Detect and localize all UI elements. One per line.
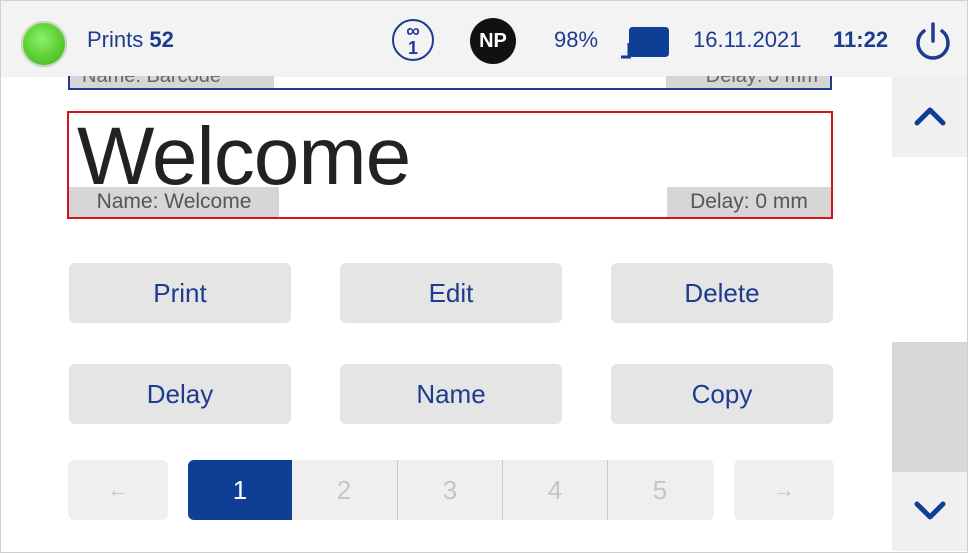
page-4[interactable]: 4 [502, 460, 607, 520]
scroll-down-button[interactable] [892, 472, 967, 551]
status-bar: Prints 52 ∞ 1 NP 98% 16.11.2021 11:22 [1, 1, 967, 77]
page-5[interactable]: 5 [607, 460, 712, 520]
np-badge[interactable]: NP [470, 18, 516, 64]
scroll-up-button[interactable] [892, 77, 967, 157]
scrollbar-thumb[interactable] [892, 342, 967, 472]
prev-page-button[interactable]: ← [68, 460, 168, 520]
time: 11:22 [833, 27, 889, 52]
status-light-icon [21, 21, 67, 67]
message-item-selected[interactable]: Welcome Name: Welcome Delay: 0 mm [67, 111, 833, 219]
page-1[interactable]: 1 [188, 460, 292, 520]
next-page-button[interactable]: → [734, 460, 834, 520]
message-item-previous[interactable]: Name: Barcode Delay: 0 mm [68, 76, 832, 90]
power-icon[interactable] [913, 21, 953, 63]
date: 16.11.2021 [693, 27, 802, 52]
print-button[interactable]: Print [69, 263, 291, 323]
delete-button[interactable]: Delete [611, 263, 833, 323]
message-delay: Delay: 0 mm [666, 76, 830, 88]
message-name: Name: Barcode [70, 76, 274, 88]
copy-button[interactable]: Copy [611, 364, 833, 424]
page-3[interactable]: 3 [397, 460, 502, 520]
prints-label: Prints [87, 27, 144, 52]
loop-count-icon[interactable]: ∞ 1 [392, 19, 434, 61]
name-button[interactable]: Name [340, 364, 562, 424]
chevron-up-icon [914, 107, 945, 126]
page-2[interactable]: 2 [292, 460, 396, 520]
message-delay: Delay: 0 mm [667, 187, 831, 217]
chevron-down-icon [914, 501, 945, 520]
pagination: 1 2 3 4 5 [188, 460, 714, 520]
prints-count: 52 [149, 27, 174, 52]
battery-level: 98% [554, 27, 599, 52]
message-name: Name: Welcome [69, 187, 279, 217]
loop-count: 1 [407, 38, 418, 58]
prints-counter: Prints 52 [87, 27, 174, 53]
edit-button[interactable]: Edit [340, 263, 562, 323]
delay-button[interactable]: Delay [69, 364, 291, 424]
cartridge-icon [621, 27, 669, 59]
